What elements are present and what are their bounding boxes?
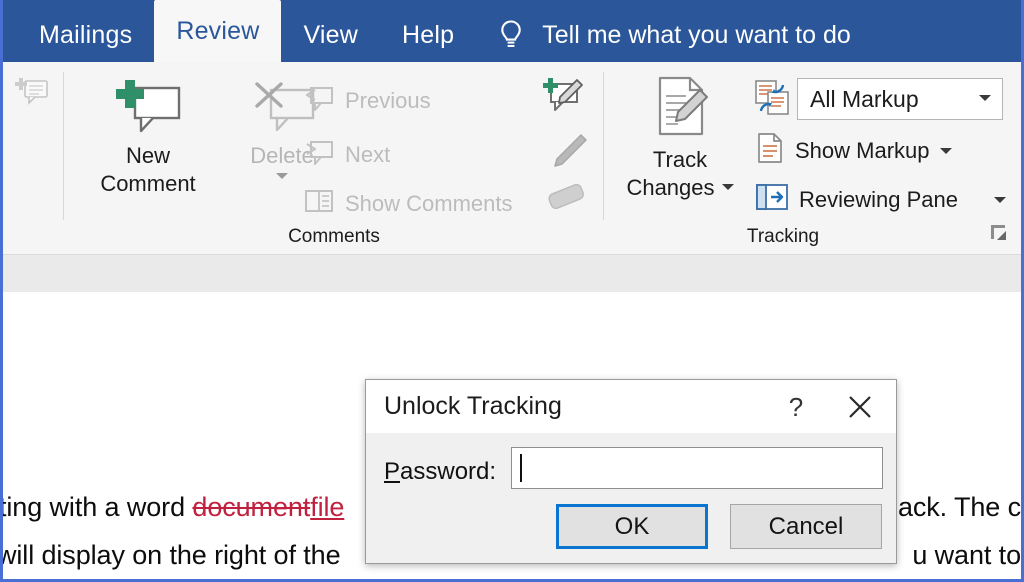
ok-button-label: OK bbox=[614, 512, 650, 540]
new-comment-button[interactable]: New Comment bbox=[83, 76, 213, 197]
next-comment-label: Next bbox=[345, 141, 391, 167]
comments-group-label: Comments bbox=[288, 226, 380, 247]
document-line-2-text: will display on the right of the bbox=[3, 540, 341, 570]
tab-review-label: Review bbox=[176, 16, 260, 45]
show-comments-label: Show Comments bbox=[345, 190, 513, 216]
new-comment-icon bbox=[111, 76, 185, 141]
password-label: Password: bbox=[384, 458, 496, 486]
new-comment-label-line1: New bbox=[125, 143, 170, 168]
tracking-group-label: Tracking bbox=[746, 226, 820, 247]
ink-comment-icon bbox=[543, 78, 583, 111]
ok-button[interactable]: OK bbox=[556, 504, 708, 549]
next-comment-icon bbox=[303, 138, 335, 171]
track-changes-label-line2: Changes bbox=[626, 174, 715, 200]
lightbulb-icon bbox=[498, 19, 524, 51]
tell-me-search[interactable]: Tell me what you want to do bbox=[498, 8, 851, 62]
tracking-dialog-launcher-icon[interactable] bbox=[989, 223, 1009, 248]
ribbon: New Comment Delete Previous Next Show Co… bbox=[3, 62, 1021, 255]
new-ink-comment-button[interactable] bbox=[541, 76, 585, 121]
tab-mailings[interactable]: Mailings bbox=[17, 8, 154, 62]
previous-comment-label: Previous bbox=[345, 87, 431, 113]
document-line-2-tail: u want to bbox=[912, 540, 1021, 571]
password-input[interactable] bbox=[511, 447, 883, 489]
show-markup-button[interactable]: Show Markup bbox=[755, 132, 952, 169]
group-separator-1 bbox=[63, 72, 64, 220]
cancel-button-label: Cancel bbox=[768, 512, 844, 540]
tell-me-label: Tell me what you want to do bbox=[542, 20, 851, 49]
tab-help[interactable]: Help bbox=[380, 8, 476, 62]
track-changes-chevron-down-icon[interactable] bbox=[721, 183, 734, 190]
ribbon-tab-strip: Mailings Review View Help Tell me what y… bbox=[3, 0, 1021, 62]
display-for-review-chevron-down-icon[interactable] bbox=[978, 90, 992, 108]
dialog-title-bar[interactable]: Unlock Tracking ? bbox=[366, 380, 896, 433]
pen-icon bbox=[554, 134, 587, 167]
delete-chevron-down-icon[interactable] bbox=[276, 172, 288, 179]
document-ruler[interactable] bbox=[3, 254, 1021, 294]
pen-button[interactable] bbox=[547, 130, 591, 179]
text-caret bbox=[520, 454, 522, 482]
reviewing-pane-icon bbox=[755, 182, 789, 217]
password-label-accel: P bbox=[384, 458, 401, 485]
cancel-button[interactable]: Cancel bbox=[730, 504, 882, 549]
track-changes-label-line1: Track bbox=[652, 147, 708, 172]
show-markup-label: Show Markup bbox=[795, 137, 930, 163]
track-changes-button[interactable]: Track Changes bbox=[615, 74, 745, 201]
group-comments: New Comment Delete Previous Next Show Co… bbox=[65, 62, 603, 254]
display-for-review-icon bbox=[753, 80, 791, 121]
previous-comment-button[interactable]: Previous bbox=[303, 84, 431, 117]
document-line-1-tail-text: ack. The c bbox=[897, 492, 1021, 522]
eraser-icon bbox=[548, 183, 585, 210]
document-line-1: ting with a word documentfile bbox=[3, 492, 344, 523]
tab-review[interactable]: Review bbox=[154, 0, 282, 62]
document-line-2: will display on the right of the bbox=[3, 540, 341, 571]
document-line-1-text: ting with a word bbox=[3, 492, 193, 522]
previous-comment-icon bbox=[303, 84, 335, 117]
dialog-button-row: OK Cancel bbox=[556, 504, 882, 549]
reviewing-pane-button[interactable]: Reviewing Pane bbox=[755, 182, 1006, 217]
group-separator-2 bbox=[603, 72, 604, 220]
tab-view[interactable]: View bbox=[281, 8, 380, 62]
show-markup-icon bbox=[755, 132, 785, 169]
tab-mailings-label: Mailings bbox=[39, 20, 133, 49]
tab-help-label: Help bbox=[402, 20, 455, 49]
reviewing-pane-chevron-down-icon[interactable] bbox=[993, 196, 1006, 203]
new-comment-small-icon[interactable] bbox=[13, 74, 51, 113]
display-for-review-select[interactable]: All Markup bbox=[797, 78, 1003, 120]
dialog-title: Unlock Tracking bbox=[384, 392, 562, 420]
document-line-1-tail: ack. The c bbox=[898, 492, 1021, 523]
close-icon[interactable] bbox=[842, 390, 878, 424]
tab-view-label: View bbox=[303, 20, 359, 49]
help-icon[interactable]: ? bbox=[780, 391, 812, 423]
word-window: Mailings Review View Help Tell me what y… bbox=[0, 0, 1024, 582]
next-comment-button[interactable]: Next bbox=[303, 138, 390, 171]
unlock-tracking-dialog: Unlock Tracking ? Password: OK Cancel bbox=[365, 379, 897, 564]
show-comments-button[interactable]: Show Comments bbox=[303, 188, 513, 219]
tracked-deletion: document bbox=[192, 492, 311, 522]
document-line-2-tail-text: u want to bbox=[912, 540, 1021, 570]
new-comment-label-line2: Comment bbox=[100, 170, 196, 196]
reviewing-pane-label: Reviewing Pane bbox=[799, 186, 958, 212]
show-markup-chevron-down-icon[interactable] bbox=[939, 147, 952, 154]
show-comments-icon bbox=[303, 188, 335, 219]
tracked-insertion: file bbox=[310, 492, 345, 522]
dialog-body: Password: OK Cancel bbox=[366, 433, 896, 563]
group-tracking: Track Changes All Markup Show Markup Rev… bbox=[605, 62, 1021, 254]
track-changes-icon bbox=[642, 74, 718, 145]
eraser-button[interactable] bbox=[543, 176, 593, 221]
display-for-review-value: All Markup bbox=[810, 85, 919, 112]
password-label-rest: assword: bbox=[400, 458, 497, 485]
